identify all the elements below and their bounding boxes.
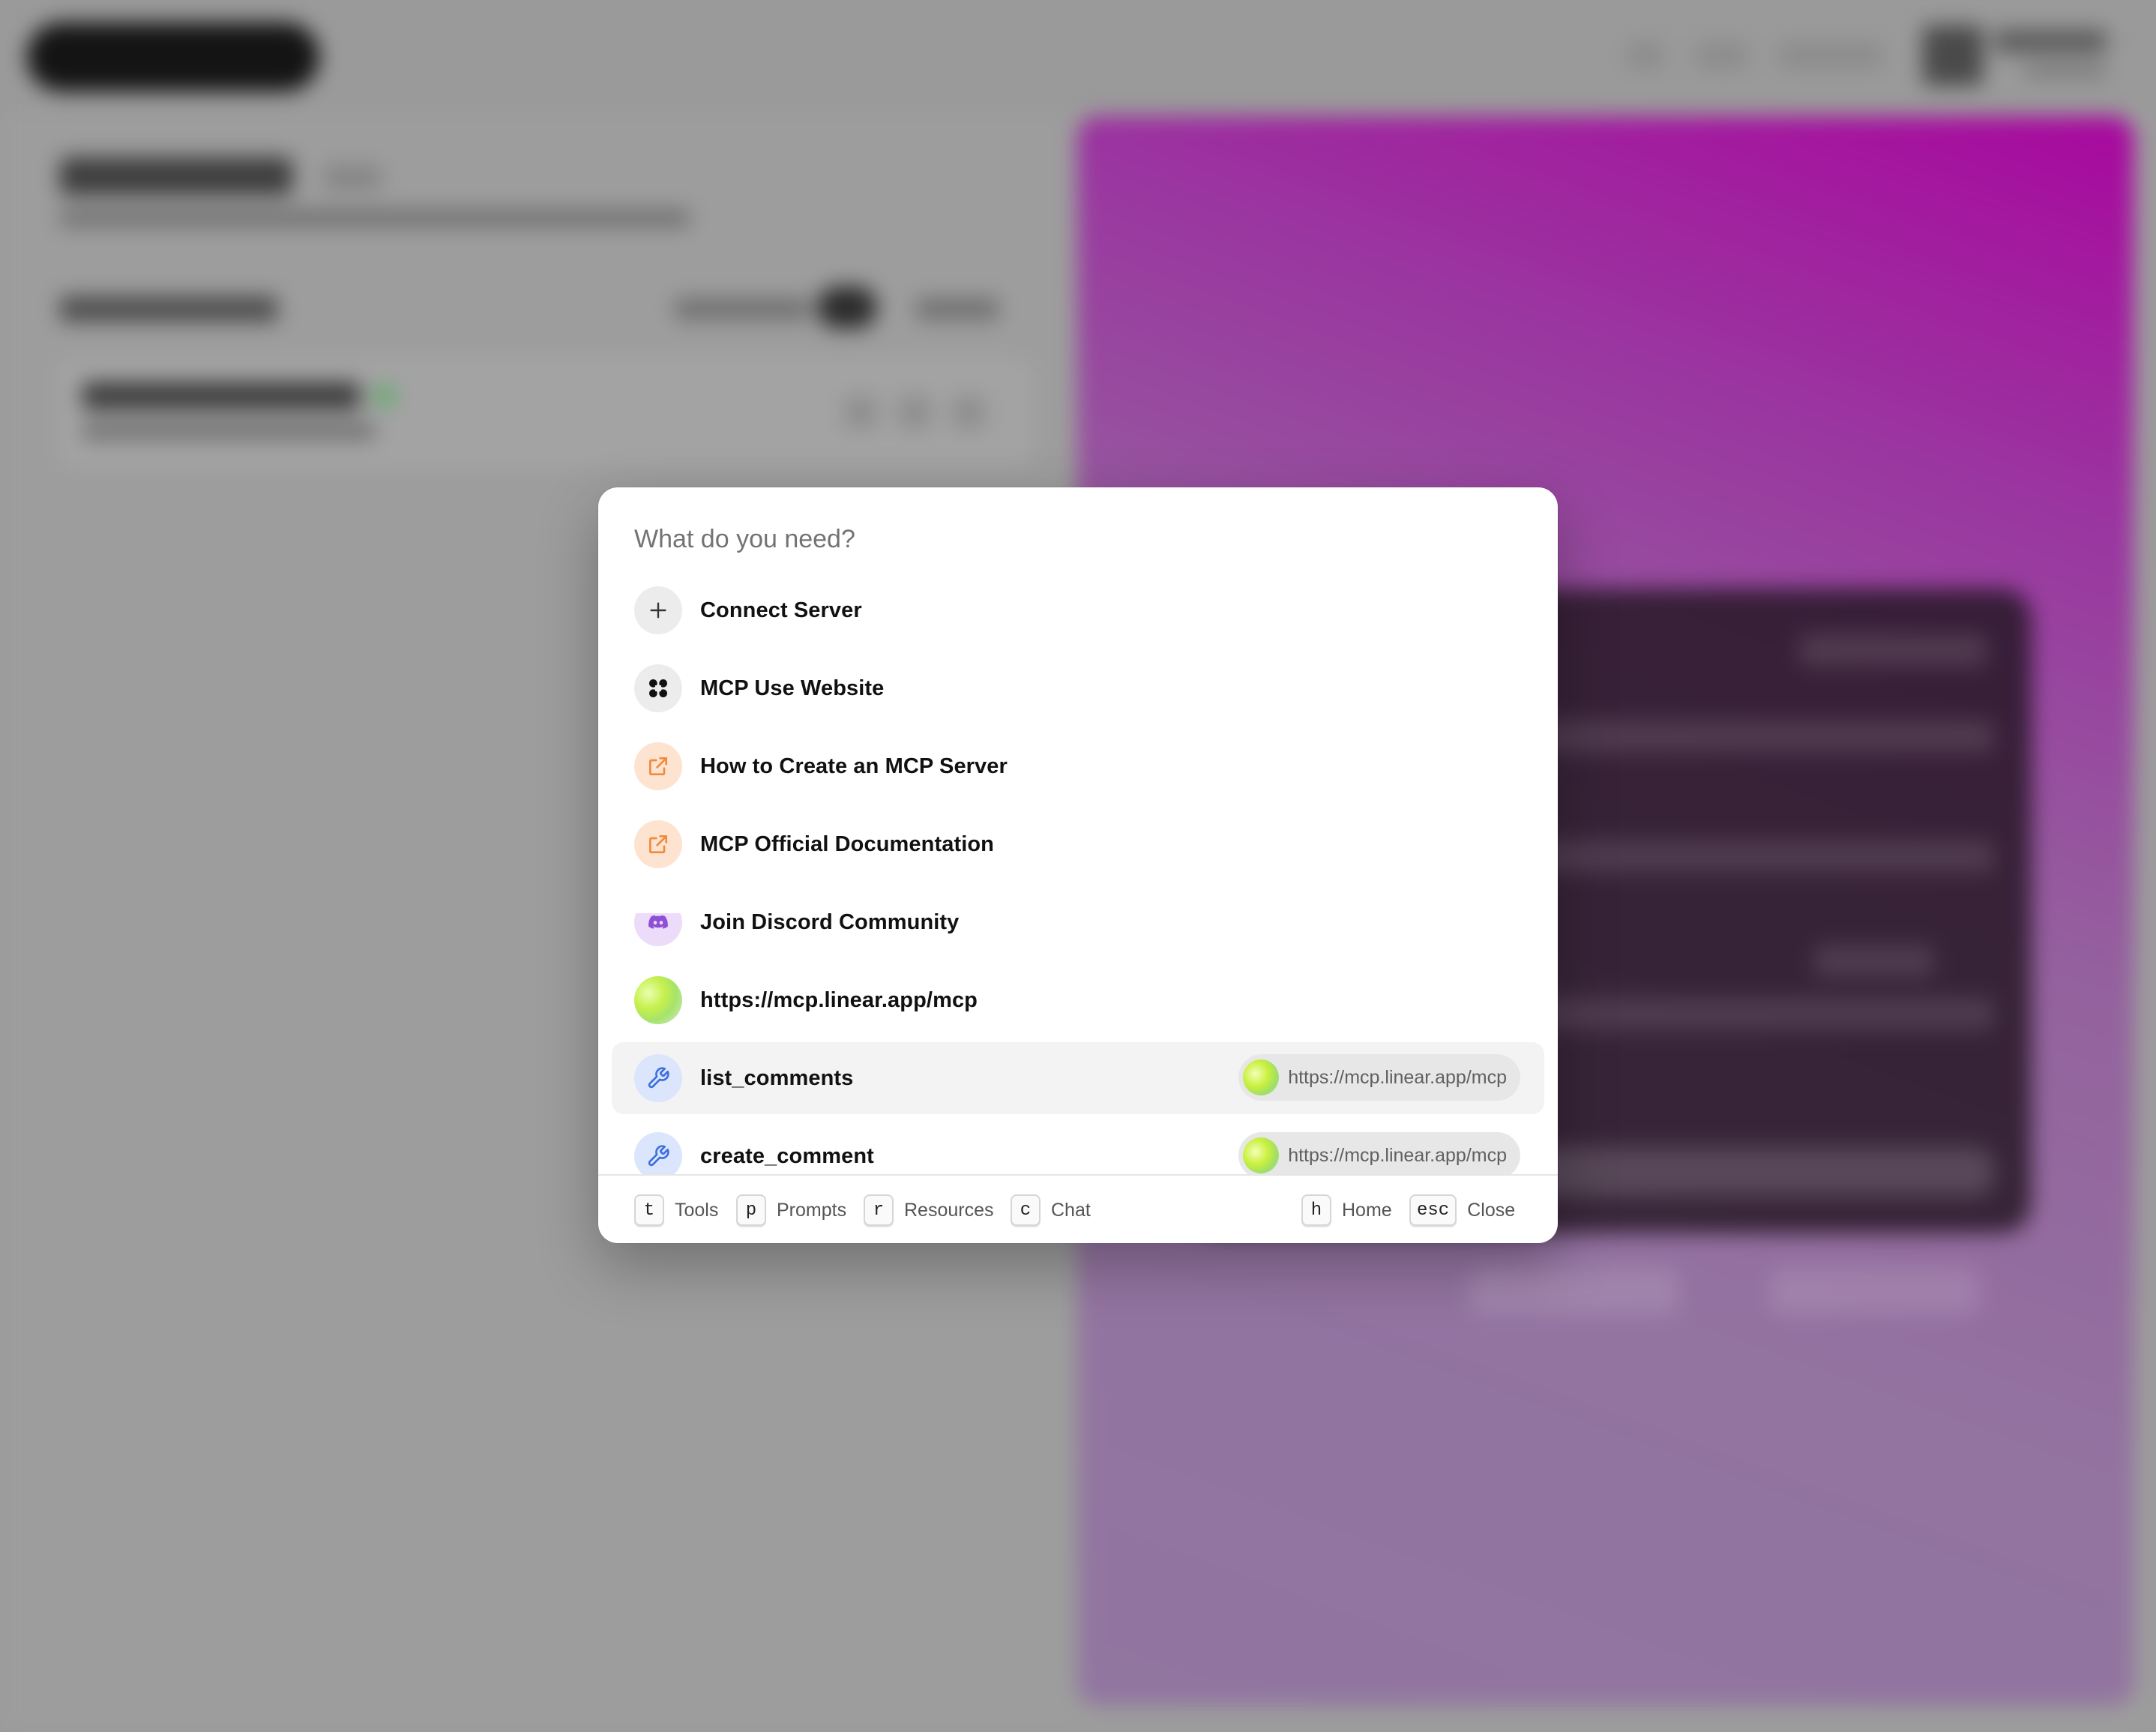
linear-server-icon	[1243, 1059, 1280, 1095]
shortcut-label: Chat	[1051, 1199, 1091, 1221]
linear-server-icon	[634, 976, 682, 1024]
shortcut-label: Close	[1467, 1199, 1516, 1221]
shortcut-label: Resources	[904, 1199, 994, 1221]
command-item-label: MCP Use Website	[700, 676, 885, 700]
kbd-key: r	[864, 1194, 894, 1226]
command-item-mcp-docs[interactable]: MCP Official Documentation	[612, 808, 1544, 880]
external-link-icon	[634, 742, 682, 790]
server-badge-label: https://mcp.linear.app/mcp	[1288, 1066, 1507, 1088]
shortcut-home[interactable]: h Home	[1301, 1194, 1392, 1227]
plus-icon	[634, 586, 682, 634]
command-list-continued: Join Discord Community https://mcp.linea…	[598, 913, 1558, 1174]
command-item-label: list_comments	[700, 1065, 854, 1090]
command-item-tool-create-comment[interactable]: create_comment https://mcp.linear.app/mc…	[612, 1120, 1544, 1174]
wrench-icon	[634, 1054, 682, 1102]
shortcut-prompts[interactable]: p Prompts	[736, 1194, 846, 1227]
command-item-label: https://mcp.linear.app/mcp	[700, 987, 978, 1012]
kbd-key: h	[1301, 1194, 1331, 1226]
background-qr	[1923, 25, 1983, 85]
server-badge-label: https://mcp.linear.app/mcp	[1288, 1144, 1507, 1166]
command-item-label: How to Create an MCP Server	[700, 754, 1008, 778]
shortcut-tools[interactable]: t Tools	[634, 1194, 718, 1227]
wrench-icon	[634, 1132, 682, 1174]
command-item-label: MCP Official Documentation	[700, 832, 994, 856]
discord-icon	[634, 913, 682, 946]
shortcut-chat[interactable]: c Chat	[1011, 1194, 1091, 1227]
linear-server-icon	[1243, 1137, 1280, 1173]
command-item-connect-server[interactable]: Connect Server	[612, 574, 1544, 646]
shortcut-resources[interactable]: r Resources	[864, 1194, 994, 1227]
kbd-key: c	[1011, 1194, 1041, 1226]
background-pill	[27, 22, 319, 91]
shortcut-label: Home	[1342, 1199, 1392, 1221]
command-list: Connect Server MCP Use Website How to Cr…	[598, 574, 1558, 913]
command-item-mcp-use-website[interactable]: MCP Use Website	[612, 652, 1544, 724]
command-item-discord[interactable]: Join Discord Community	[612, 913, 1544, 958]
server-badge: https://mcp.linear.app/mcp	[1238, 1132, 1520, 1174]
shortcut-label: Prompts	[777, 1199, 847, 1221]
command-item-label: Connect Server	[700, 598, 862, 622]
shortcut-footer: t Tools p Prompts r Resources c Chat h H…	[598, 1174, 1558, 1243]
command-item-label: Join Discord Community	[700, 913, 960, 934]
command-item-linear-server[interactable]: https://mcp.linear.app/mcp	[612, 964, 1544, 1036]
mcp-use-logo-icon	[634, 664, 682, 712]
command-search-input[interactable]	[634, 514, 1519, 564]
kbd-key: esc	[1409, 1194, 1457, 1226]
command-item-create-mcp-server-guide[interactable]: How to Create an MCP Server	[612, 730, 1544, 802]
shortcut-label: Tools	[675, 1199, 719, 1221]
kbd-key: p	[736, 1194, 766, 1226]
command-palette: Connect Server MCP Use Website How to Cr…	[598, 487, 1558, 1243]
shortcut-close[interactable]: esc Close	[1409, 1194, 1515, 1227]
kbd-key: t	[634, 1194, 664, 1226]
external-link-icon	[634, 820, 682, 868]
server-badge: https://mcp.linear.app/mcp	[1238, 1054, 1520, 1101]
command-item-tool-list-comments[interactable]: list_comments https://mcp.linear.app/mcp	[612, 1042, 1544, 1114]
command-item-label: create_comment	[700, 1143, 874, 1168]
